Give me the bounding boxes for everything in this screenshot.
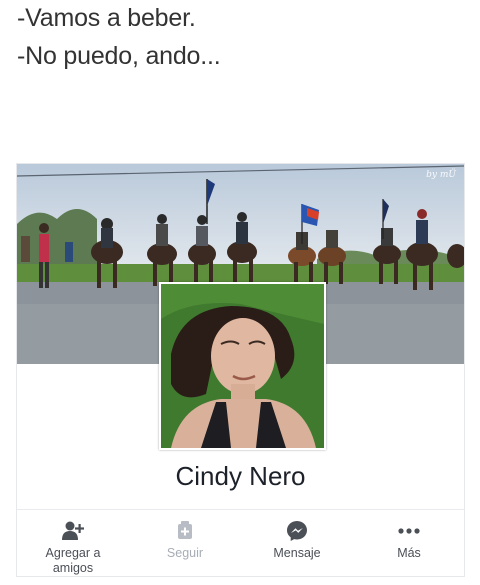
cover-watermark: by mÜ [426, 170, 456, 180]
actions-divider [17, 509, 464, 510]
profile-name[interactable]: Cindy Nero [17, 461, 464, 492]
more-label: Más [397, 546, 421, 560]
add-friend-label-line1: Agregar a [45, 546, 101, 560]
follow-button[interactable]: Seguir [129, 520, 241, 561]
message-label: Mensaje [273, 546, 321, 560]
add-friend-button[interactable]: Agregar a amigos [17, 520, 129, 576]
follow-icon [129, 520, 241, 542]
add-friend-icon [17, 520, 129, 542]
profile-picture-image [161, 284, 324, 448]
messenger-icon [241, 520, 353, 542]
message-button[interactable]: Mensaje [241, 520, 353, 561]
follow-label: Seguir [166, 546, 204, 560]
more-button[interactable]: Más [353, 520, 465, 561]
caption-line-2: -No puedo, ando... [17, 42, 221, 70]
add-friend-label-line2: amigos [52, 561, 94, 575]
profile-picture[interactable] [159, 282, 326, 450]
more-dots-icon [353, 520, 465, 542]
caption-line-1: -Vamos a beber. [17, 4, 196, 32]
profile-card: by mÜ Cindy Nero Agregar a amigos Seguir… [16, 163, 465, 577]
